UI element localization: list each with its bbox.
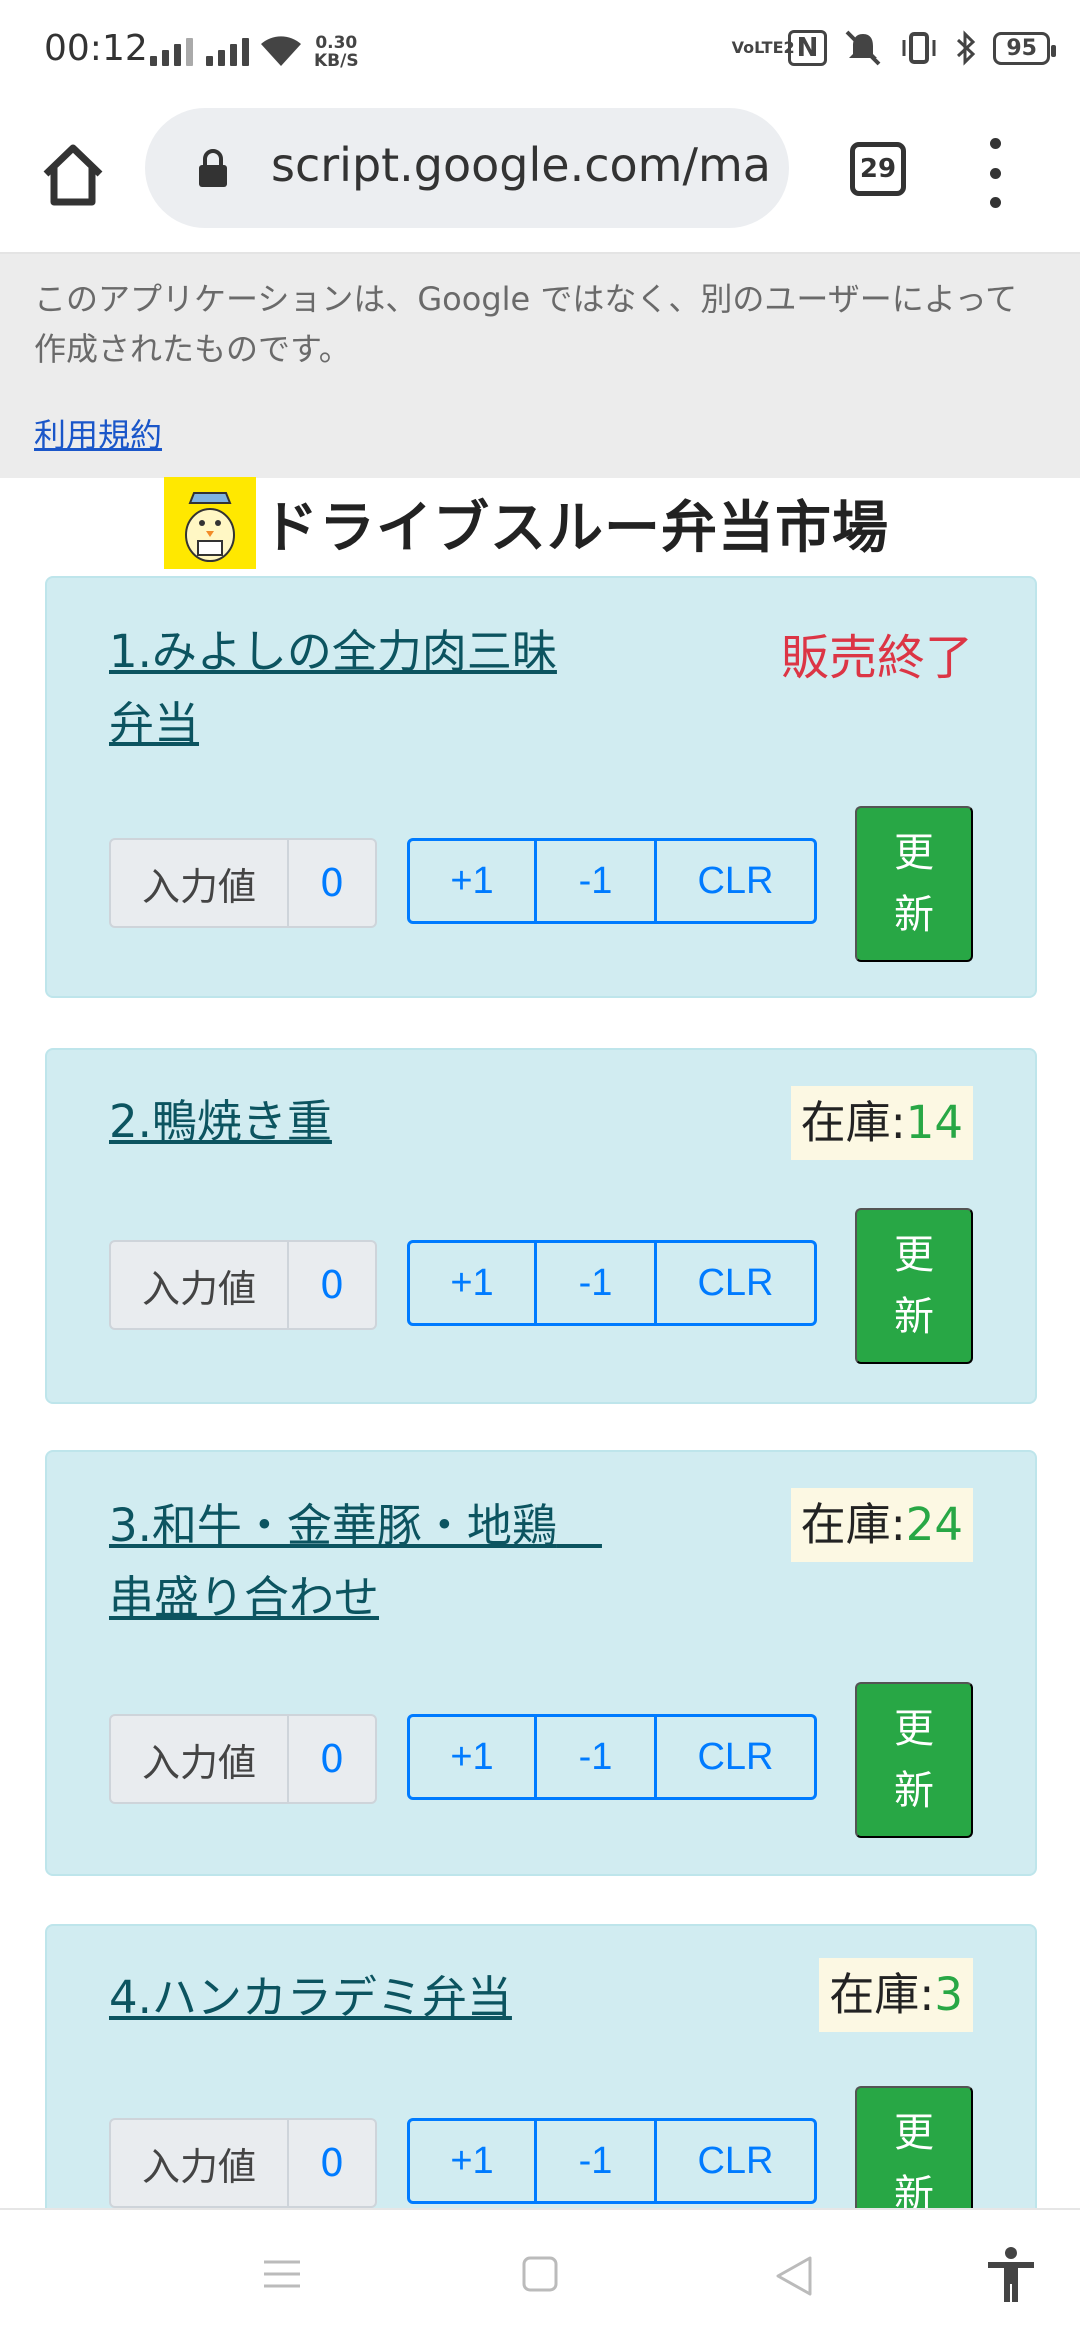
item-card: 1.みよしの全力肉三昧弁当 販売終了 入力値 0 +1 -1 CLR 更新 [45,576,1037,998]
signal-icon [206,34,249,66]
page-title-text: ドライブスルー弁当市場 [262,495,889,561]
minus-one-button[interactable]: -1 [537,1714,657,1800]
status-time: 00:12 [44,28,148,69]
mute-icon [845,30,881,66]
update-button[interactable]: 更新 [855,806,973,962]
plus-one-button[interactable]: +1 [407,2118,537,2204]
quantity-button-group: +1 -1 CLR [407,1714,817,1802]
minus-one-button[interactable]: -1 [537,1240,657,1326]
google-warning-banner: このアプリケーションは、Google ではなく、別のユーザーによって作成されたも… [0,254,1080,478]
input-value-group: 入力値 0 [109,838,377,928]
stock-badge: 在庫:3 [819,1958,973,2032]
volte-icon: VoLTE2 [731,38,795,57]
plus-one-button[interactable]: +1 [407,1714,537,1800]
back-icon[interactable] [774,2254,814,2298]
update-button[interactable]: 更新 [855,1682,973,1838]
url-text[interactable]: script.google.com/macros [271,138,771,192]
home-icon[interactable] [38,140,108,210]
signal-icon [150,34,193,66]
banner-message: このアプリケーションは、Google ではなく、別のユーザーによって作成されたも… [34,280,1018,368]
item-card: 3.和牛・金華豚・地鶏 串盛り合わせ 在庫:24 入力値 0 +1 -1 CLR… [45,1450,1037,1876]
plus-one-button[interactable]: +1 [407,838,537,924]
vibrate-icon [902,32,936,64]
lock-icon [199,149,227,187]
clear-button[interactable]: CLR [657,1714,817,1800]
menu-icon[interactable] [262,2254,302,2294]
page-title: ドライブスルー弁当市場 [164,477,889,569]
stock-count: 24 [905,1498,963,1551]
terms-link[interactable]: 利用規約 [34,410,162,456]
minus-one-button[interactable]: -1 [537,2118,657,2204]
wifi-icon [261,36,301,66]
status-bar: 00:12 0.30 KB/S VoLTE2 N 95 [0,0,1080,100]
update-button[interactable]: 更新 [855,1208,973,1364]
input-value-group: 入力値 0 [109,1714,377,1804]
accessibility-icon[interactable] [984,2246,1038,2304]
clear-button[interactable]: CLR [657,1240,817,1326]
bluetooth-icon [957,30,976,66]
recent-apps-icon[interactable] [520,2254,560,2294]
stock-count: 3 [934,1968,963,2021]
quantity-button-group: +1 -1 CLR [407,1240,817,1328]
input-value-label: 入力値 [109,1714,289,1804]
mascot-logo [164,477,256,569]
quantity-button-group: +1 -1 CLR [407,838,817,926]
address-bar[interactable]: script.google.com/macros [145,108,789,228]
item-name-link[interactable]: 3.和牛・金華豚・地鶏 串盛り合わせ [109,1490,602,1634]
tab-switcher-button[interactable]: 29 [850,142,906,196]
input-value-group: 入力値 0 [109,2118,377,2208]
input-value: 0 [289,838,377,928]
input-value: 0 [289,2118,377,2208]
minus-one-button[interactable]: -1 [537,838,657,924]
sold-out-status: 販売終了 [780,630,973,686]
quantity-button-group: +1 -1 CLR [407,2118,817,2206]
input-value-label: 入力値 [109,2118,289,2208]
input-value-group: 入力値 0 [109,1240,377,1330]
item-name-link[interactable]: 1.みよしの全力肉三昧弁当 [109,616,569,760]
network-speed: 0.30 KB/S [314,33,359,71]
plus-one-button[interactable]: +1 [407,1240,537,1326]
clear-button[interactable]: CLR [657,838,817,924]
input-value: 0 [289,1714,377,1804]
more-menu-button[interactable] [980,138,1010,208]
item-name-link[interactable]: 2.鴨焼き重 [109,1086,569,1158]
stock-badge: 在庫:24 [790,1488,973,1562]
input-value: 0 [289,1240,377,1330]
item-card: 2.鴨焼き重 在庫:14 入力値 0 +1 -1 CLR 更新 [45,1048,1037,1404]
item-name-link[interactable]: 4.ハンカラデミ弁当 [109,1962,669,2034]
system-navigation-bar [0,2208,1080,2342]
stock-badge: 在庫:14 [790,1086,973,1160]
input-value-label: 入力値 [109,838,289,928]
stock-count: 14 [905,1096,963,1149]
clear-button[interactable]: CLR [657,2118,817,2204]
input-value-label: 入力値 [109,1240,289,1330]
nfc-icon: N [787,30,828,66]
browser-toolbar: script.google.com/macros 29 [0,100,1080,254]
battery-icon: 95 [993,31,1056,65]
